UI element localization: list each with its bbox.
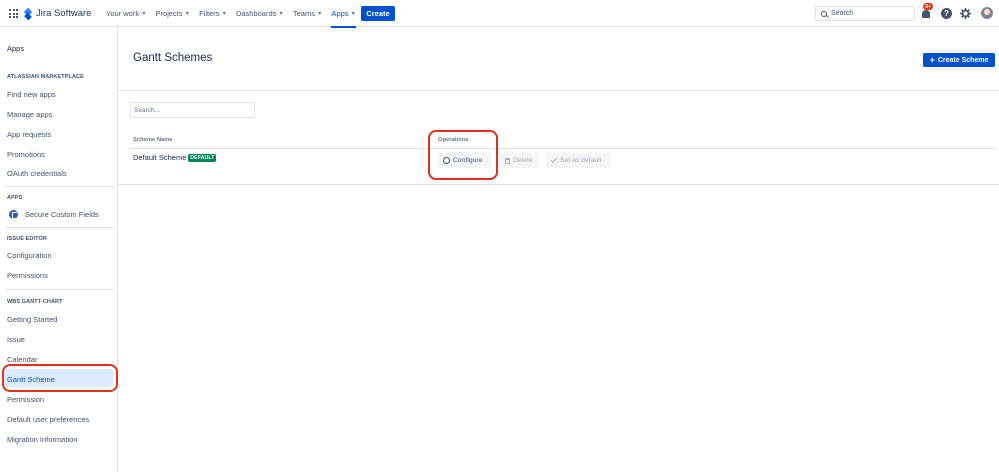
chevron-down-icon: ▼: [141, 10, 147, 17]
nav-teams[interactable]: Teams ▼: [293, 0, 323, 27]
sidebar-heading-issue-editor: ISSUE EDITOR: [7, 236, 47, 242]
sidebar-item-getting-started[interactable]: Getting Started: [7, 312, 57, 326]
sidebar-item-migration-information[interactable]: Migration Information: [7, 432, 77, 446]
sidebar-item-app-requests[interactable]: App requests: [7, 127, 51, 141]
set-as-default-label: Set as default: [560, 157, 602, 164]
header-divider: [118, 90, 999, 91]
search-icon: [821, 10, 827, 17]
nav-dashboards-label: Dashboards: [235, 9, 277, 18]
nav-projects[interactable]: Projects ▼: [156, 0, 191, 27]
help-icon[interactable]: ?: [941, 8, 952, 19]
nav-your-work[interactable]: Your work ▼: [106, 0, 147, 27]
sidebar-item-default-user-preferences[interactable]: Default user preferences: [7, 412, 89, 426]
user-avatar[interactable]: [981, 7, 993, 19]
sidebar-divider: [5, 289, 114, 290]
sidebar-title: Apps: [7, 44, 25, 53]
sidebar-item-permissions[interactable]: Permissions: [7, 268, 48, 282]
logo-text: Jira Software: [36, 8, 92, 19]
sidebar-divider: [5, 186, 114, 187]
notification-badge: 9+: [923, 3, 934, 10]
scheme-name-text: Default Scheme: [133, 153, 187, 162]
sidebar-item-secure-custom-fields[interactable]: Secure Custom Fields: [7, 207, 99, 221]
sidebar-item-calendar[interactable]: Calendar: [7, 352, 37, 366]
sidebar-divider: [5, 227, 114, 228]
secure-custom-fields-icon: [9, 209, 18, 219]
sidebar-item-manage-apps[interactable]: Manage apps: [7, 107, 52, 121]
nav-apps-label: Apps: [331, 9, 349, 18]
column-header-operations: Operations: [438, 137, 469, 143]
sidebar-item-gantt-scheme[interactable]: Gantt Scheme: [7, 372, 55, 386]
create-scheme-button[interactable]: + Create Scheme: [923, 53, 995, 67]
chevron-down-icon: ▼: [316, 10, 323, 17]
gear-icon: [443, 157, 450, 164]
plus-icon: +: [929, 54, 935, 65]
nav-projects-label: Projects: [155, 9, 183, 18]
scheme-search-input[interactable]: [130, 102, 255, 118]
sidebar: Apps ATLASSIAN MARKETPLACE Find new apps…: [0, 27, 118, 472]
sidebar-item-issue[interactable]: Issue: [7, 332, 25, 346]
configure-label: Configure: [453, 157, 483, 164]
search-placeholder: Search: [831, 10, 854, 17]
sidebar-heading-wbs-gantt-chart: WBS GANTT-CHART: [7, 299, 63, 305]
nav-filters[interactable]: Filters ▼: [199, 0, 227, 27]
default-lozenge: DEFAULT: [188, 153, 217, 162]
checkmark-icon: [550, 156, 558, 163]
delete-button[interactable]: Delete: [500, 153, 539, 168]
settings-gear-icon[interactable]: [960, 8, 971, 19]
column-header-scheme-name: Scheme Name: [133, 137, 173, 143]
jira-logo-icon: [24, 9, 33, 19]
nav-dashboards[interactable]: Dashboards ▼: [236, 0, 284, 27]
app-switcher-icon[interactable]: [9, 9, 18, 18]
sidebar-item-permission[interactable]: Permission: [7, 392, 44, 406]
nav-filters-label: Filters: [199, 9, 220, 18]
sidebar-item-promotions[interactable]: Promotions: [7, 147, 45, 161]
chevron-down-icon: ▼: [184, 10, 191, 17]
sidebar-item-oauth-credentials[interactable]: OAuth credentials: [7, 166, 67, 180]
global-search-input[interactable]: Search: [815, 6, 915, 21]
table-row-divider: [118, 184, 999, 185]
create-button[interactable]: Create: [361, 6, 395, 21]
create-scheme-label: Create Scheme: [937, 56, 989, 64]
configure-button[interactable]: Configure: [438, 153, 491, 168]
top-navigation: Jira Software Your work ▼ Projects ▼ Filte…: [0, 0, 999, 28]
jira-logo[interactable]: Jira Software: [24, 7, 91, 20]
page-title: Gantt Schemes: [133, 52, 213, 64]
nav-teams-label: Teams: [292, 9, 315, 18]
sidebar-item-configuration[interactable]: Configuration: [7, 248, 52, 262]
table-header-divider: [130, 148, 996, 149]
set-as-default-button[interactable]: Set as default: [546, 153, 611, 168]
notification-bell-icon: [922, 10, 930, 18]
notifications-button[interactable]: 9+: [921, 3, 934, 19]
nav-your-work-label: Your work: [106, 9, 140, 18]
sidebar-heading-apps: APPS: [7, 195, 23, 201]
trash-icon: [505, 157, 510, 164]
delete-label: Delete: [513, 157, 533, 164]
chevron-down-icon: ▼: [278, 10, 284, 17]
nav-apps[interactable]: Apps ▼: [331, 0, 356, 28]
chevron-down-icon: ▼: [350, 10, 356, 17]
chevron-down-icon: ▼: [221, 10, 227, 17]
sidebar-item-find-new-apps[interactable]: Find new apps: [7, 87, 56, 101]
primary-nav: Your work ▼ Projects ▼ Filters ▼ Dashboards…: [106, 0, 365, 28]
table-row-scheme-name: Default Scheme DEFAULT: [133, 153, 217, 162]
sidebar-item-label: Secure Custom Fields: [25, 209, 99, 219]
sidebar-heading-marketplace: ATLASSIAN MARKETPLACE: [7, 74, 84, 80]
